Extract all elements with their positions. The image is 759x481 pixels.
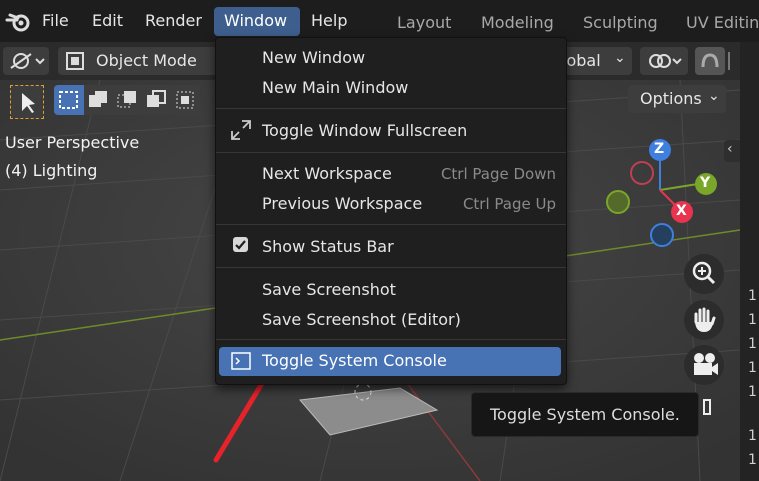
zoom-button[interactable] [684,254,724,294]
menu-item-new-window[interactable]: New Window [262,48,365,67]
select-extend-icon [89,91,107,107]
menu-separator [216,224,566,225]
hand-icon [694,307,716,332]
transform-orientation-label: lobal [562,51,601,70]
menu-file[interactable]: File [42,11,69,30]
menu-item-next-workspace[interactable]: Next Workspace [262,164,392,183]
gizmo-y-label: Y [700,175,711,191]
editor-type-button[interactable] [3,47,49,75]
options-label: Options [640,89,702,108]
line-number: 1 [748,336,757,352]
chevron-left-icon: ‹ [727,141,733,157]
select-mode-group [54,85,200,115]
object-mode-icon [66,52,84,70]
workspace-tab-sculpting[interactable]: Sculpting [583,13,658,32]
cursor-icon [22,93,35,113]
menu-separator [216,152,566,153]
zoom-icon [692,261,716,285]
menu-item-toggle-system-console-label: Toggle System Console [262,351,447,370]
camera-view-button[interactable] [684,345,724,385]
adjacent-editor [740,42,759,481]
workspace-tab-layout[interactable]: Layout [397,13,451,32]
select-subtract-button[interactable] [112,85,142,115]
select-tool-button[interactable] [10,85,44,119]
menu-item-save-screenshot-editor[interactable]: Save Screenshot (Editor) [262,310,461,329]
menu-item-toggle-fullscreen[interactable]: Toggle Window Fullscreen [262,121,467,140]
line-number: 1 [748,452,757,468]
checkbox-checked-icon[interactable] [233,237,248,252]
line-number: 1 [748,288,757,304]
camera-icon [694,353,718,375]
workspace-tab-uv-editing[interactable]: UV Editin [686,13,759,32]
navigation-gizmo[interactable] [600,135,730,265]
console-icon [231,352,251,370]
menu-window[interactable]: Window [224,11,287,30]
line-number: 1 [748,360,757,376]
pan-button[interactable] [684,300,724,340]
blender-logo-icon[interactable] [4,7,32,35]
line-number: 1 [748,312,757,328]
object-mode-dropdown[interactable]: Object Mode [58,47,218,75]
menu-edit[interactable]: Edit [92,11,123,30]
shortcut-previous-workspace: Ctrl Page Up [462,195,556,213]
select-extend-button[interactable] [83,85,113,115]
editor-type-icon [10,53,45,69]
tooltip: Toggle System Console. [471,392,699,437]
select-invert-icon [147,90,166,107]
menu-separator [216,267,566,268]
line-number: 1 [748,384,757,400]
header-scroll-indicator [728,52,736,70]
menu-separator [216,339,566,340]
perspective-label: User Perspective [5,133,140,152]
menu-item-previous-workspace[interactable]: Previous Workspace [262,194,422,213]
select-intersect-icon [176,91,194,109]
chevron-down-icon: ⌄ [708,88,720,104]
select-intersect-button[interactable] [170,85,200,115]
gizmo-z-label: Z [654,141,665,157]
window-menu: New Window New Main Window Toggle Window… [215,37,567,385]
gizmo-x-label: X [676,203,687,219]
link-icon [649,54,682,68]
menu-item-new-main-window[interactable]: New Main Window [262,78,408,97]
menu-item-show-status-bar[interactable]: Show Status Bar [262,237,394,256]
line-number: 1 [748,428,757,444]
menu-item-toggle-system-console[interactable]: Toggle System Console [219,347,561,376]
tooltip-text: Toggle System Console. [490,405,680,424]
top-menubar: File Edit Render Window Help Layout Mode… [0,0,759,42]
select-new-icon [59,91,78,109]
pivot-dropdown[interactable] [640,47,688,75]
shortcut-next-workspace: Ctrl Page Down [440,165,556,183]
fullscreen-icon [231,120,251,140]
collection-label: (4) Lighting [5,161,98,180]
menu-separator [216,108,566,109]
sidebar-toggle[interactable]: ‹ [724,140,740,162]
magnet-icon [701,53,719,68]
select-subtract-icon [117,91,136,108]
menu-help[interactable]: Help [311,11,347,30]
select-invert-button[interactable] [141,85,171,115]
menu-item-save-screenshot[interactable]: Save Screenshot [262,280,396,299]
workspace-tab-modeling[interactable]: Modeling [481,13,554,32]
options-dropdown[interactable]: Options ⌄ [628,85,726,113]
chevron-down-icon: ⌄ [614,50,626,66]
snap-toggle[interactable] [695,47,725,75]
menu-render[interactable]: Render [145,11,202,30]
object-mode-label: Object Mode [96,51,197,70]
select-new-button[interactable] [54,85,84,115]
